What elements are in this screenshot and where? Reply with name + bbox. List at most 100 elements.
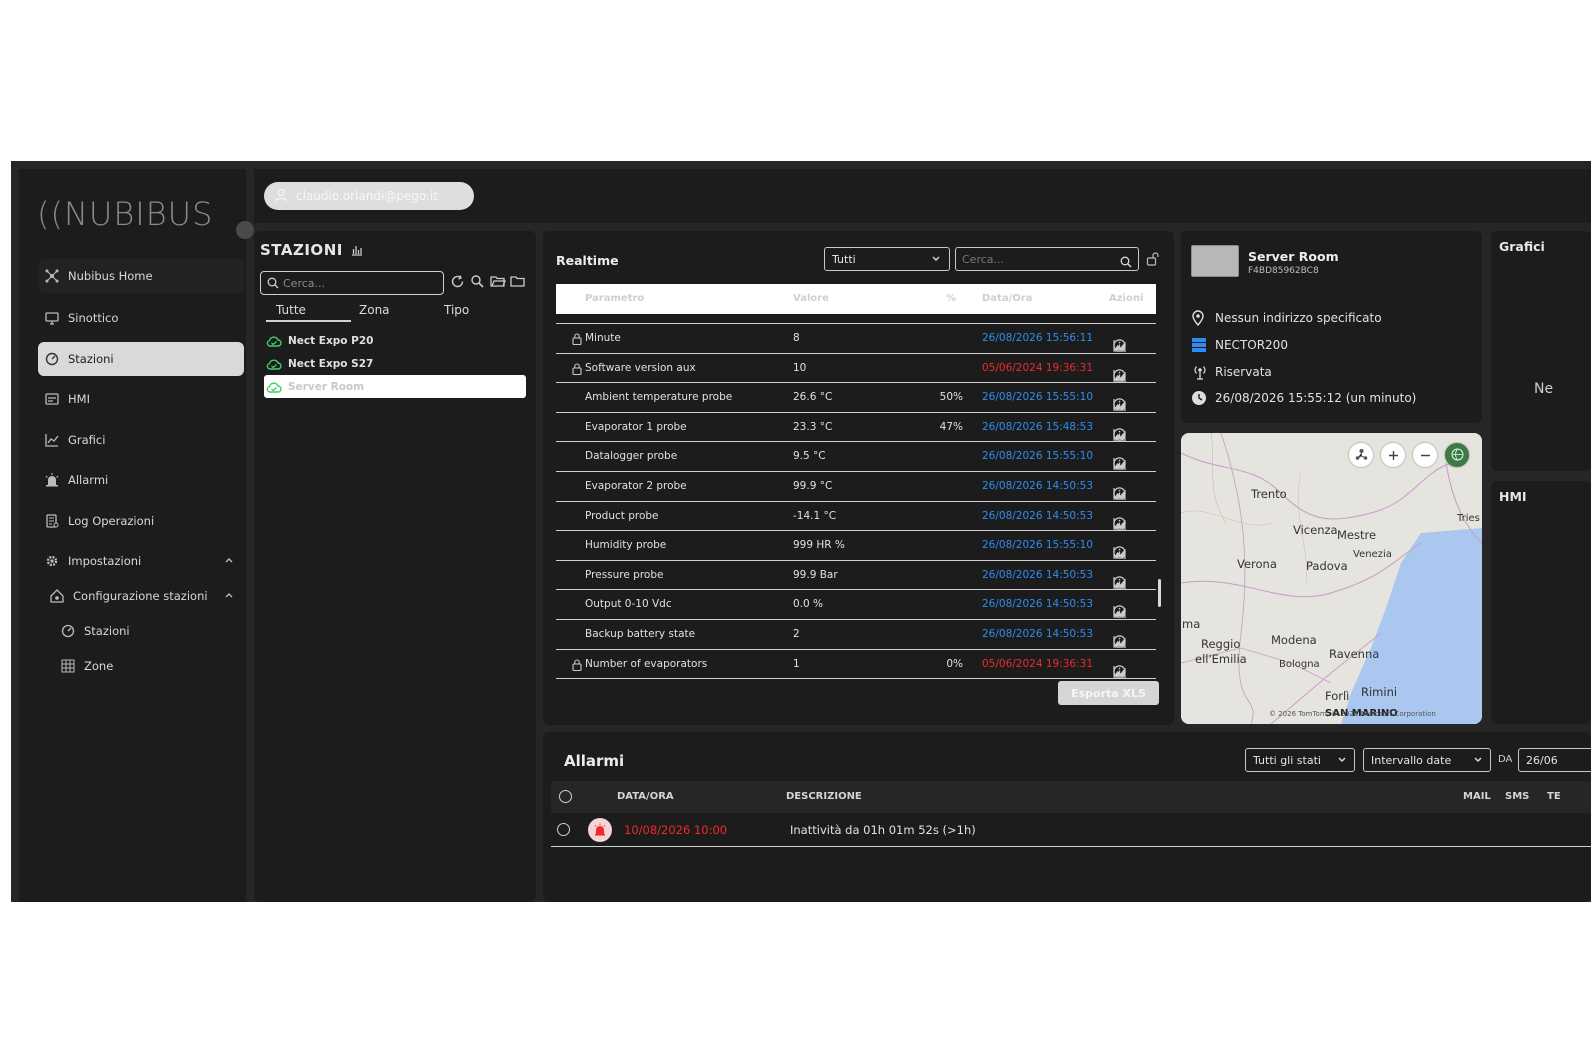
table-row[interactable]: Minute 8 26/08/2026 15:56:11 <box>556 324 1156 354</box>
sidebar-item-impostazioni[interactable]: Impostazioni <box>38 544 244 578</box>
table-row-partial <box>556 314 1156 324</box>
search-icon[interactable] <box>1120 253 1132 272</box>
map-zoom-in-button[interactable] <box>1381 443 1405 467</box>
table-row[interactable]: Pressure probe 99.9 Bar 26/08/2026 14:50:5… <box>556 561 1156 591</box>
realtime-search-input[interactable] <box>962 252 1112 266</box>
sidebar-item-allarmi[interactable]: Allarmi <box>38 463 244 497</box>
info-icon[interactable] <box>1113 576 1126 592</box>
sidebar-item-configurazione-stazioni[interactable]: Configurazione stazioni <box>43 579 244 613</box>
sidebar-item-nubibus-home[interactable]: Nubibus Home <box>38 259 244 293</box>
table-row[interactable]: Output 0-10 Vdc 0.0 % 26/08/2026 14:50:53 <box>556 590 1156 620</box>
param-datetime: 26/08/2026 14:50:53 <box>982 568 1094 581</box>
sidebar-item-stazioni[interactable]: Stazioni <box>38 342 244 376</box>
nubibus-logo: ((NUBIBUS <box>37 195 214 233</box>
sidebar-item-label: Impostazioni <box>68 554 142 568</box>
alarm-date: 10/08/2026 10:00 <box>624 823 728 837</box>
info-icon[interactable] <box>1113 368 1126 385</box>
antenna-icon <box>1191 364 1209 380</box>
info-icon[interactable] <box>1113 457 1126 473</box>
info-icon[interactable] <box>1113 546 1126 562</box>
folder-open-icon[interactable] <box>490 274 506 290</box>
folder-icon[interactable] <box>510 274 526 290</box>
list-item[interactable]: Nect Expo P20 <box>264 329 526 352</box>
info-icon[interactable] <box>1113 516 1126 533</box>
chevron-up-icon[interactable] <box>224 554 234 568</box>
table-row[interactable]: Software version aux 10 05/06/2024 19:36:3… <box>556 354 1156 384</box>
sidebar-item-grafici[interactable]: Grafici <box>38 423 244 457</box>
col-descrizione[interactable]: DESCRIZIONE <box>786 791 862 802</box>
table-row[interactable]: Number of evaporators 1 0% 05/06/2024 19:36… <box>556 650 1156 680</box>
tab-tipo[interactable]: Tipo <box>444 303 469 317</box>
sidebar-item-sinottico[interactable]: Sinottico <box>38 301 244 335</box>
date-from-input[interactable]: 26/06 <box>1518 748 1591 772</box>
col-percent[interactable]: % <box>946 293 956 304</box>
col-valore[interactable]: Valore <box>793 293 829 304</box>
chevron-down-icon <box>1337 754 1347 767</box>
tab-tutte[interactable]: Tutte <box>276 303 306 317</box>
chart-line-icon <box>44 432 60 448</box>
realtime-table-body[interactable]: Minute 8 26/08/2026 15:56:11 Software versi… <box>556 314 1156 688</box>
station-name: Server Room <box>1248 249 1339 264</box>
table-row[interactable]: 10/08/2026 10:00 Inattività da 01h 01m 5… <box>551 813 1591 847</box>
cloud-online-icon <box>266 358 282 370</box>
map-zoom-out-button[interactable] <box>1413 443 1437 467</box>
user-menu[interactable]: claudio.orlandi@pego.it <box>264 182 474 210</box>
export-xls-button[interactable]: Esporta XLS <box>1058 681 1159 705</box>
select-all-radio[interactable] <box>559 790 572 803</box>
map-label: Vicenza <box>1293 523 1338 537</box>
info-icon[interactable] <box>1113 339 1126 355</box>
param-value: 26.6 °C <box>793 391 833 404</box>
table-row[interactable]: Backup battery state 2 26/08/2026 14:50:53 <box>556 620 1156 650</box>
info-icon[interactable] <box>1113 605 1126 621</box>
list-item[interactable]: Nect Expo S27 <box>264 352 526 375</box>
realtime-search[interactable] <box>955 247 1139 271</box>
gauge-icon <box>44 351 60 367</box>
col-parametro[interactable]: Parametro <box>585 293 644 304</box>
station-map[interactable]: Trento Vicenza Mestre Venezia Verona Pad… <box>1181 433 1482 724</box>
zoom-search-icon[interactable] <box>470 274 486 290</box>
list-item-selected[interactable]: Server Room <box>264 375 526 398</box>
col-data-ora[interactable]: Data/Ora <box>982 293 1032 304</box>
table-row[interactable]: Product probe -14.1 °C 26/08/2026 14:50:53 <box>556 502 1156 532</box>
info-icon[interactable] <box>1113 428 1126 444</box>
sidebar-item-label: Stazioni <box>84 624 130 638</box>
realtime-title: Realtime <box>556 253 619 268</box>
lock-icon <box>572 363 582 378</box>
col-data-ora[interactable]: DATA/ORA <box>617 791 674 802</box>
map-locate-button[interactable] <box>1349 443 1373 467</box>
refresh-icon[interactable] <box>450 274 466 290</box>
info-icon[interactable] <box>1113 664 1126 681</box>
map-label: Modena <box>1271 633 1317 647</box>
table-row[interactable]: Evaporator 2 probe 99.9 °C 26/08/2026 14:5… <box>556 472 1156 502</box>
scrollbar[interactable] <box>1158 579 1161 607</box>
info-icon[interactable] <box>1113 398 1126 414</box>
stations-search-input[interactable] <box>283 276 433 290</box>
map-style-button[interactable] <box>1445 443 1469 467</box>
alarms-title: Allarmi <box>564 752 625 770</box>
sidebar-item-zone[interactable]: Zone <box>54 649 244 683</box>
bar-chart-icon[interactable] <box>351 244 363 256</box>
gauge-icon <box>60 623 76 639</box>
info-icon[interactable] <box>1113 635 1126 651</box>
table-row[interactable]: Evaporator 1 probe 23.3 °C 47% 26/08/2026 1… <box>556 413 1156 443</box>
chevron-up-icon[interactable] <box>224 589 234 603</box>
sidebar-item-hmi[interactable]: HMI <box>38 382 244 416</box>
info-icon[interactable] <box>1113 487 1126 503</box>
table-row[interactable]: Datalogger probe 9.5 °C 26/08/2026 15:55:1… <box>556 442 1156 472</box>
sidebar-item-log-operazioni[interactable]: Log Operazioni <box>38 504 244 538</box>
stations-search[interactable] <box>260 271 444 295</box>
param-name: Backup battery state <box>585 627 696 640</box>
sidebar-collapse-handle[interactable] <box>236 221 254 239</box>
station-device: NECTOR200 <box>1215 338 1288 352</box>
table-row[interactable]: Humidity probe 999 HR % 26/08/2026 15:55:1… <box>556 531 1156 561</box>
alarm-status-select[interactable]: Tutti gli stati <box>1245 748 1355 772</box>
realtime-filter-select[interactable]: Tutti <box>824 247 950 271</box>
row-radio[interactable] <box>557 823 570 836</box>
unlock-icon[interactable] <box>1146 251 1160 270</box>
alarm-date-range-select[interactable]: Intervallo date <box>1363 748 1491 772</box>
sidebar-item-config-stazioni[interactable]: Stazioni <box>54 614 244 648</box>
station-name: Nect Expo P20 <box>288 334 374 347</box>
table-row[interactable]: Ambient temperature probe 26.6 °C 50% 26/08… <box>556 383 1156 413</box>
route-icon <box>1355 446 1368 465</box>
tab-zona[interactable]: Zona <box>359 303 390 317</box>
